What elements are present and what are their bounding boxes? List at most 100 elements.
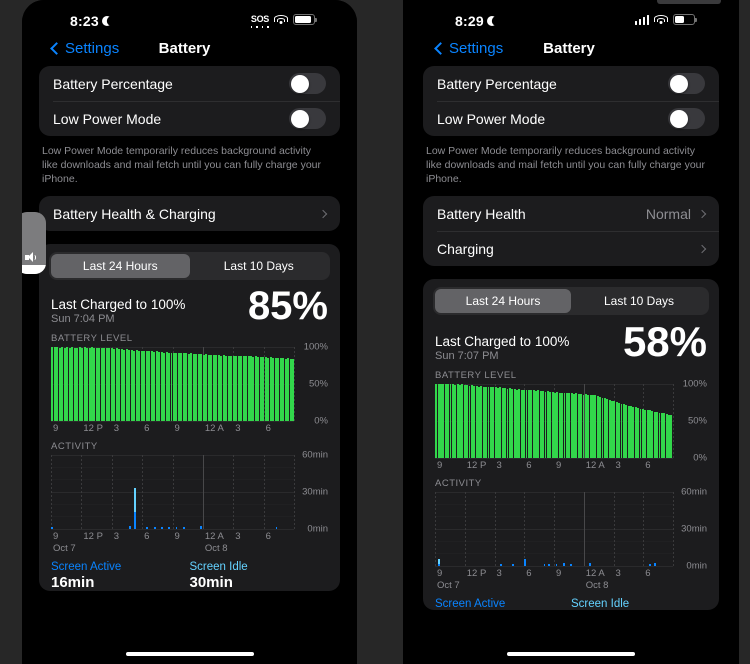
row-label: Battery Percentage <box>437 75 557 92</box>
status-bar-time: 8:23 <box>70 13 99 29</box>
row-charging[interactable]: Charging <box>423 231 719 266</box>
nav-bar-right: Settings Battery <box>403 34 739 66</box>
y-axis-tick: 50% <box>687 415 707 427</box>
row-battery-percentage[interactable]: Battery Percentage <box>423 66 719 101</box>
legend-screen-active-value: 16min <box>51 573 95 591</box>
segment-last-24-hours[interactable]: Last 24 Hours <box>435 289 571 313</box>
x-axis-tick: 3 <box>496 567 502 579</box>
activity-legend: Screen Active 16min Screen Idle 30min <box>39 555 340 591</box>
chevron-right-icon <box>697 244 707 253</box>
row-label: Battery Health & Charging <box>53 205 216 222</box>
x-axis-tick: 9 <box>174 530 180 542</box>
activity-date-axis: Oct 7 Oct 8 <box>435 580 707 592</box>
battery-level-section-label: BATTERY LEVEL <box>435 369 517 381</box>
home-indicator[interactable] <box>507 652 635 656</box>
battery-health-card: Battery Health Normal Charging <box>423 196 719 266</box>
battery-level-x-axis: 9 12 P 3 6 9 12 A 3 6 <box>51 423 328 435</box>
battery-health-card: Battery Health & Charging <box>39 196 340 231</box>
status-bar-left: 8:23 SOS <box>22 0 357 34</box>
time-range-segmented-control[interactable]: Last 24 Hours Last 10 Days <box>49 252 330 280</box>
battery-level-x-axis: 9 12 P 3 6 9 12 A 3 6 <box>435 460 707 472</box>
status-bar-time: 8:29 <box>455 13 484 29</box>
segment-last-10-days[interactable]: Last 10 Days <box>190 254 329 278</box>
activity-date-axis: Oct 7 Oct 8 <box>51 543 328 555</box>
moon-icon <box>487 16 497 26</box>
legend-screen-idle-value: 30min <box>189 573 233 591</box>
x-axis-tick: 3 <box>235 530 241 542</box>
date-axis-label: Oct 7 <box>53 542 76 554</box>
phone-screen-right: 8:29 Settings Battery Battery Percentage… <box>403 0 739 664</box>
phone-screen-left: 8:23 SOS Settings Battery Battery Percen… <box>22 0 357 664</box>
sos-label: SOS <box>250 14 269 24</box>
activity-chart: 0min 30min 60min <box>435 486 707 571</box>
cellular-bars-icon <box>634 14 649 25</box>
x-axis-tick: 12 P <box>83 530 103 542</box>
segment-last-24-hours[interactable]: Last 24 Hours <box>51 254 190 278</box>
row-low-power-mode[interactable]: Low Power Mode <box>39 101 340 136</box>
row-label: Battery Percentage <box>53 75 173 92</box>
gridline-horizontal <box>51 420 294 422</box>
low-power-mode-footnote: Low Power Mode temporarily reduces backg… <box>42 145 321 185</box>
chevron-right-icon <box>697 209 707 218</box>
row-label: Charging <box>437 240 494 257</box>
chevron-right-icon <box>318 209 328 218</box>
x-axis-tick: 12 A <box>585 459 605 471</box>
x-axis-tick: 12 A <box>585 567 605 579</box>
battery-level-chart: 0% 50% 100% <box>435 378 707 463</box>
x-axis-tick: 9 <box>437 567 443 579</box>
low-power-mode-footnote: Low Power Mode temporarily reduces backg… <box>426 145 705 185</box>
last-charged-time: Sun 7:04 PM <box>51 312 115 325</box>
legend-screen-idle-label: Screen Idle <box>571 597 630 610</box>
x-axis-tick: 6 <box>265 530 271 542</box>
home-indicator[interactable] <box>125 652 254 656</box>
legend-screen-idle-label: Screen Idle <box>189 560 248 573</box>
y-axis-tick: 30min <box>681 523 707 535</box>
x-axis-tick: 9 <box>53 422 59 434</box>
last-charged-summary: Last Charged to 100% Sun 7:07 PM 58% <box>423 317 719 364</box>
page-title: Battery <box>158 40 211 57</box>
x-axis-tick: 6 <box>144 530 150 542</box>
x-axis-tick: 6 <box>526 459 532 471</box>
x-axis-tick: 12 P <box>466 459 487 471</box>
activity-chart-wrap: 0min 30min 60min 9 12 P 3 6 9 12 A36 Oct 7 Oct 8 <box>423 486 719 592</box>
volume-hud[interactable] <box>22 212 46 274</box>
x-axis-tick: 12 A <box>204 422 224 434</box>
nav-bar-left: Settings Battery <box>22 34 357 66</box>
x-axis-tick: 3 <box>615 567 621 579</box>
current-battery-percentage: 58% <box>622 318 707 365</box>
settings-content-left: Battery Percentage Low Power Mode Low Po… <box>22 66 357 591</box>
battery-level-section-label: BATTERY LEVEL <box>51 332 133 344</box>
legend-screen-active: Screen Active <box>435 598 571 610</box>
battery-percentage-toggle[interactable] <box>289 73 326 94</box>
row-battery-health-and-charging[interactable]: Battery Health & Charging <box>39 196 340 231</box>
last-charged-summary: Last Charged to 100% Sun 7:04 PM 85% <box>39 282 340 327</box>
x-axis-tick: 12 A <box>204 530 224 542</box>
low-power-mode-toggle[interactable] <box>289 108 326 129</box>
x-axis-tick: 6 <box>265 422 271 434</box>
battery-level-bar <box>670 414 673 458</box>
row-battery-health[interactable]: Battery Health Normal <box>423 196 719 231</box>
sos-icon: SOS <box>250 14 269 28</box>
segment-last-10-days[interactable]: Last 10 Days <box>571 289 707 313</box>
row-battery-percentage[interactable]: Battery Percentage <box>39 66 340 101</box>
time-range-segmented-control[interactable]: Last 24 Hours Last 10 Days <box>433 287 709 315</box>
activity-x-axis: 9 12 P 3 6 9 12 A 3 6 <box>435 568 707 580</box>
status-bar-time-group: 8:29 <box>455 13 497 29</box>
x-axis-tick: 3 <box>615 459 621 471</box>
last-charged-title: Last Charged to 100% <box>51 296 186 312</box>
row-low-power-mode[interactable]: Low Power Mode <box>423 101 719 136</box>
status-bar-indicators-right <box>634 14 697 25</box>
activity-legend: Screen Active Screen Idle <box>423 592 719 610</box>
last-charged-time: Sun 7:07 PM <box>435 349 499 362</box>
gridline-horizontal <box>51 528 294 530</box>
activity-section-label: ACTIVITY <box>435 477 482 489</box>
battery-percentage-toggle[interactable] <box>668 73 705 94</box>
status-bar-indicators-left: SOS <box>250 14 317 28</box>
x-axis-tick: 6 <box>645 459 651 471</box>
x-axis-tick: 6 <box>526 567 532 579</box>
battery-level-bar <box>292 358 295 421</box>
gridline-vertical <box>673 491 674 566</box>
x-axis-tick: 3 <box>113 422 120 434</box>
low-power-mode-toggle[interactable] <box>668 108 705 129</box>
wifi-icon <box>654 14 668 25</box>
